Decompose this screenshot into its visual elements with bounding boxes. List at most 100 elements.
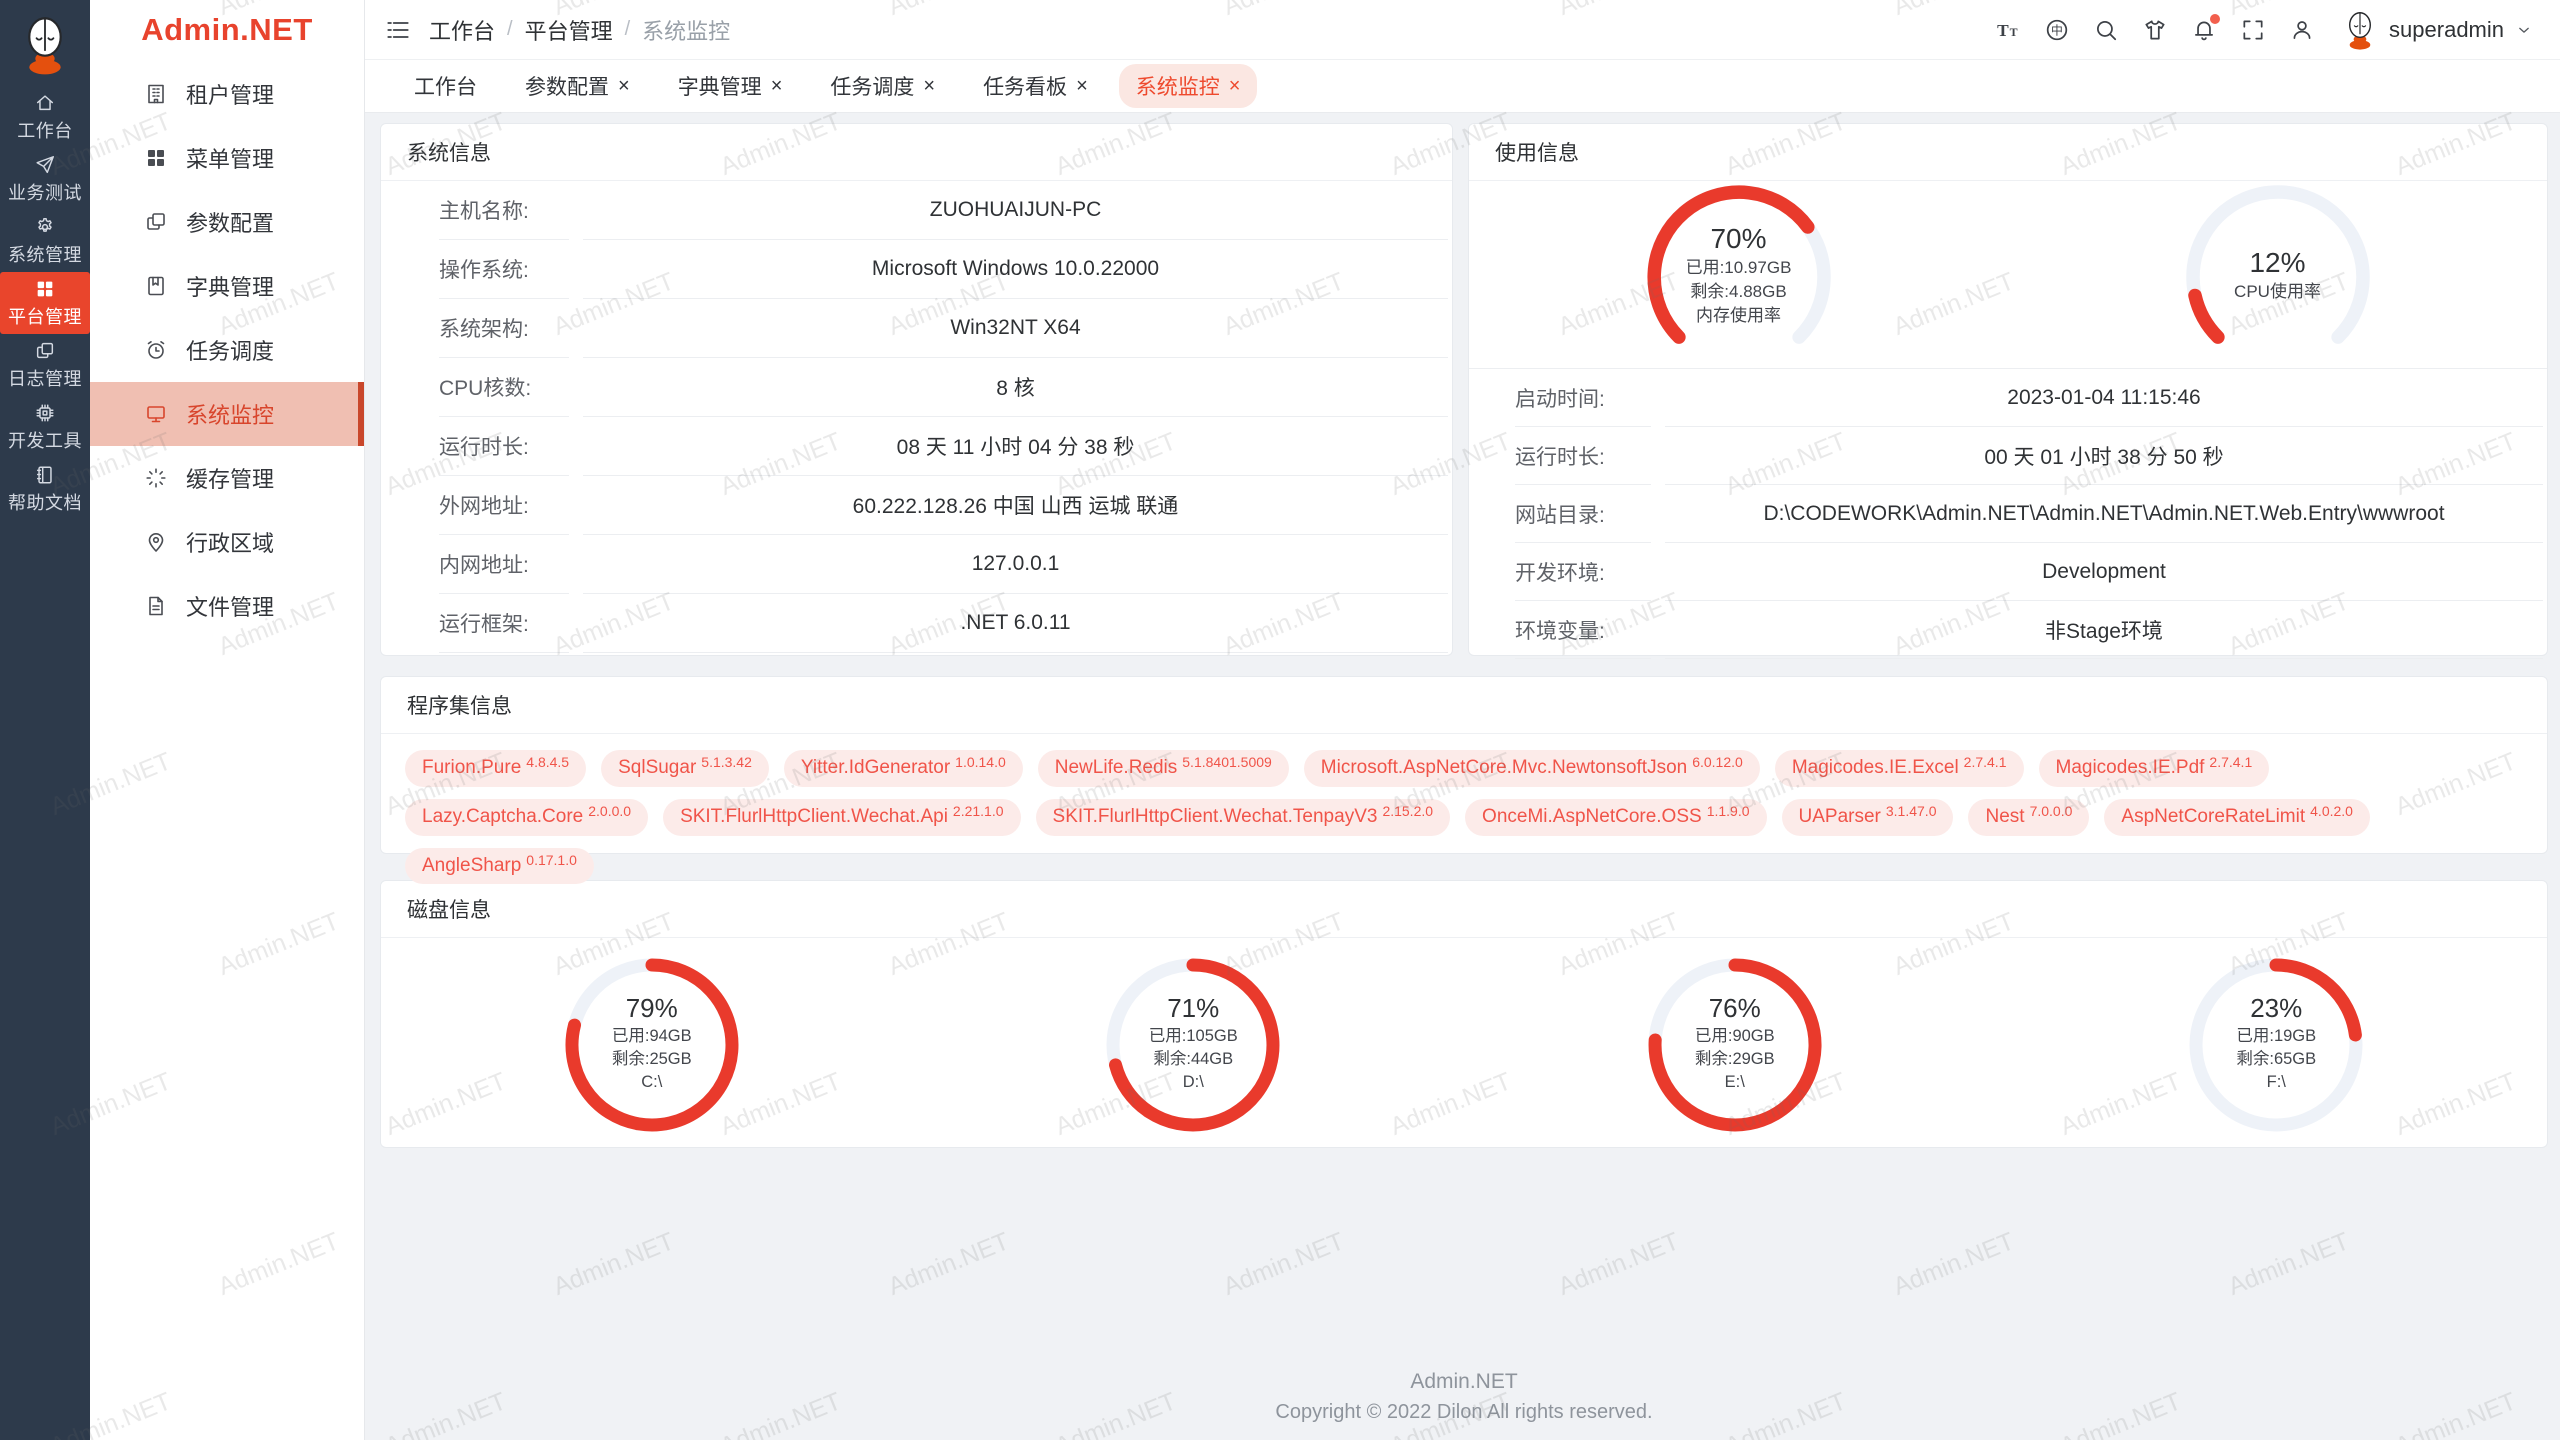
breadcrumb-separator: /: [625, 18, 631, 41]
sidebar-item-label: 任务调度: [186, 334, 274, 366]
sidebar-item-系统监控[interactable]: 系统监控: [90, 382, 364, 446]
rail-item-平台管理[interactable]: 平台管理: [0, 272, 90, 334]
info-label: CPU核数:: [439, 358, 569, 417]
building-icon: [144, 82, 168, 106]
rail-item-帮助文档[interactable]: 帮助文档: [0, 458, 90, 520]
sidebar-item-任务调度[interactable]: 任务调度: [90, 318, 364, 382]
rail-item-业务测试[interactable]: 业务测试: [0, 148, 90, 210]
tab-工作台[interactable]: 工作台: [397, 64, 494, 108]
sidebar-item-文件管理[interactable]: 文件管理: [90, 574, 364, 638]
tab-任务看板[interactable]: 任务看板 ×: [966, 64, 1105, 108]
tab-close-icon[interactable]: ×: [923, 76, 935, 96]
assembly-tag: Nest7.0.0.0: [1968, 799, 2089, 836]
tab-label: 任务调度: [830, 71, 914, 101]
tab-label: 工作台: [414, 71, 477, 101]
gauge-line: 已用:10.97GB: [1686, 256, 1792, 280]
sidebar-item-label: 字典管理: [186, 270, 274, 302]
gauge-line: 已用:90GB: [1695, 1025, 1775, 1048]
font-size-icon[interactable]: TT: [1995, 17, 2021, 43]
user-icon[interactable]: [2289, 17, 2315, 43]
tab-参数配置[interactable]: 参数配置×: [508, 64, 647, 108]
breadcrumb-item[interactable]: 工作台: [429, 14, 495, 46]
collapse-menu-icon[interactable]: [385, 17, 411, 43]
info-row: 运行时长:08 天 11 小时 04 分 38 秒: [381, 417, 1452, 476]
sidebar-item-label: 租户管理: [186, 78, 274, 110]
grid-icon: [144, 146, 168, 170]
sidebar-item-菜单管理[interactable]: 菜单管理: [90, 126, 364, 190]
tab-bar: 工作台参数配置×字典管理×任务调度×任务看板×系统监控×: [365, 60, 2560, 113]
assembly-name: UAParser: [1799, 806, 1881, 829]
tab-close-icon[interactable]: ×: [618, 76, 630, 96]
chevron-down-icon: [2514, 20, 2534, 40]
gauge-percent: 76%: [1709, 992, 1761, 1025]
info-row: 操作系统:Microsoft Windows 10.0.22000: [381, 240, 1452, 299]
username: superadmin: [2389, 17, 2504, 43]
topbar: 工作台/平台管理/系统监控 TT中 superadmin: [365, 0, 2560, 60]
sidebar-item-label: 参数配置: [186, 206, 274, 238]
panel-disk: 磁盘信息 79%已用:94GB剩余:25GBC:\71%已用:105GB剩余:4…: [380, 880, 2548, 1148]
gauge-line: F:\: [2267, 1071, 2286, 1094]
rail-item-日志管理[interactable]: 日志管理: [0, 334, 90, 396]
info-row: 网站目录:D:\CODEWORK\Admin.NET\Admin.NET\Adm…: [1469, 485, 2547, 543]
info-label: 运行框架:: [439, 594, 569, 653]
gauge-line: D:\: [1183, 1071, 1204, 1094]
rail-item-label: 业务测试: [8, 179, 82, 205]
bell-icon[interactable]: [2191, 17, 2217, 43]
sidebar-item-缓存管理[interactable]: 缓存管理: [90, 446, 364, 510]
sidebar-item-行政区域[interactable]: 行政区域: [90, 510, 364, 574]
assembly-version: 2.7.4.1: [1964, 754, 2007, 771]
gauge-disk-f: 23%已用:19GB剩余:65GBF:\: [2006, 948, 2548, 1138]
theme-shirt-icon[interactable]: [2142, 17, 2168, 43]
info-label: 环境变量:: [1515, 601, 1651, 659]
gauge-labels: 76%已用:90GB剩余:29GBE:\: [1464, 948, 2006, 1138]
send-icon: [34, 154, 56, 176]
gauge-line: 剩余:65GB: [2236, 1048, 2316, 1071]
sidebar-item-租户管理[interactable]: 租户管理: [90, 62, 364, 126]
tab-label: 任务看板: [983, 71, 1067, 101]
rail-item-工作台[interactable]: 工作台: [0, 86, 90, 148]
assembly-version: 2.7.4.1: [2209, 754, 2252, 771]
rail-item-系统管理[interactable]: 系统管理: [0, 210, 90, 272]
svg-text:T: T: [1997, 20, 2009, 39]
gauge-cpu-usage: 12%CPU使用率: [2008, 181, 2547, 368]
info-value: Development: [1665, 543, 2543, 601]
assembly-name: NewLife.Redis: [1055, 757, 1178, 780]
info-value: 8 核: [583, 358, 1448, 417]
gauge-line: C:\: [641, 1071, 662, 1094]
gauge-disk-d: 71%已用:105GB剩余:44GBD:\: [923, 948, 1465, 1138]
assembly-tag: AspNetCoreRateLimit4.0.2.0: [2104, 799, 2370, 836]
tab-字典管理[interactable]: 字典管理 ×: [661, 64, 800, 108]
language-icon[interactable]: 中: [2044, 17, 2070, 43]
assembly-name: Furion.Pure: [422, 757, 521, 780]
assembly-name: Magicodes.IE.Pdf: [2056, 757, 2205, 780]
rail-menu: 工作台业务测试系统管理平台管理日志管理开发工具帮助文档: [0, 86, 90, 520]
tab-close-icon[interactable]: ×: [1229, 76, 1241, 96]
svg-text:T: T: [2010, 24, 2018, 38]
breadcrumb-separator: /: [507, 18, 513, 41]
search-icon[interactable]: [2093, 17, 2119, 43]
tab-系统监控[interactable]: 系统监控×: [1119, 64, 1258, 108]
gauge-line: 剩余:44GB: [1153, 1048, 1233, 1071]
info-label: 操作系统:: [439, 240, 569, 299]
assembly-tag: Lazy.Captcha.Core2.0.0.0: [405, 799, 648, 836]
assembly-version: 6.0.12.0: [1692, 754, 1743, 771]
info-row: 开发环境:Development: [1469, 543, 2547, 601]
fullscreen-icon[interactable]: [2240, 17, 2266, 43]
sidebar-item-参数配置[interactable]: 参数配置: [90, 190, 364, 254]
assembly-name: Lazy.Captcha.Core: [422, 806, 583, 829]
rail-item-开发工具[interactable]: 开发工具: [0, 396, 90, 458]
info-value: 2023-01-04 11:15:46: [1665, 369, 2543, 427]
user-menu[interactable]: superadmin: [2341, 10, 2534, 50]
assembly-tag: UAParser3.1.47.0: [1782, 799, 1954, 836]
info-row: 运行框架:.NET 6.0.11: [381, 594, 1452, 653]
tab-任务调度[interactable]: 任务调度 ×: [813, 64, 952, 108]
breadcrumb-item[interactable]: 平台管理: [525, 14, 613, 46]
tab-close-icon[interactable]: ×: [1076, 76, 1088, 96]
assembly-version: 2.15.2.0: [1382, 803, 1433, 820]
user-avatar: [2341, 10, 2379, 50]
tab-label: 字典管理: [678, 71, 762, 101]
gauge-line: 剩余:25GB: [612, 1048, 692, 1071]
tab-close-icon[interactable]: ×: [771, 76, 783, 96]
assembly-name: SKIT.FlurlHttpClient.Wechat.TenpayV3: [1053, 806, 1378, 829]
sidebar-item-字典管理[interactable]: 字典管理: [90, 254, 364, 318]
